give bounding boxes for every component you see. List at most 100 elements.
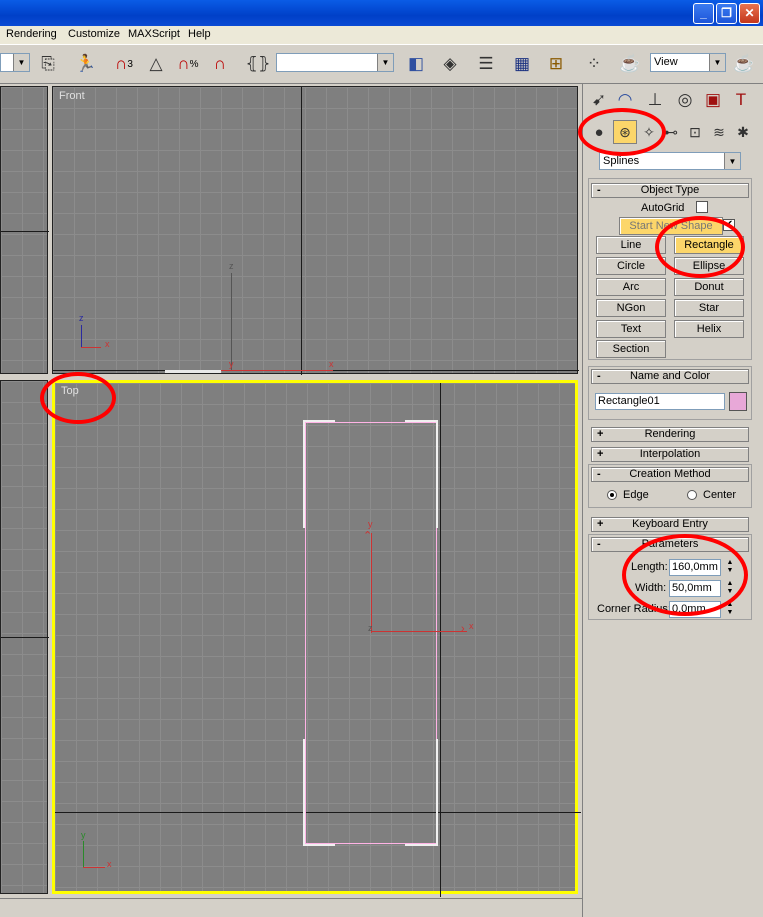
ngon-button[interactable]: NGon <box>596 299 666 317</box>
layer-manager-icon[interactable]: ☰ <box>474 52 498 76</box>
bbox-corner <box>303 420 305 528</box>
radio-dot <box>610 493 614 497</box>
selection-filter-combo[interactable]: ▼ <box>0 53 30 72</box>
geometry-icon[interactable]: ● <box>587 120 611 144</box>
snap-toggle-icon[interactable]: ∩ 3 <box>112 52 136 76</box>
name-color-rollout[interactable]: - Name and Color <box>591 369 749 384</box>
viewport-label-top[interactable]: Top <box>61 385 79 397</box>
front-axis-y-label: y <box>229 359 234 369</box>
arc-button[interactable]: Arc <box>596 278 666 296</box>
spinner-snap-icon[interactable]: ∩ <box>208 52 232 76</box>
creation-method-rollout[interactable]: - Creation Method <box>591 467 749 482</box>
text-button[interactable]: Text <box>596 320 666 338</box>
corner-radius-spinner[interactable]: ▲ ▼ <box>725 601 735 618</box>
percent-label: % <box>189 58 199 70</box>
center-label: Center <box>703 489 737 501</box>
restore-button[interactable]: ❐ <box>716 3 737 24</box>
motion-tab-icon[interactable]: ◎ <box>673 88 697 112</box>
transform-gizmo-y[interactable] <box>371 533 372 633</box>
interpolation-rollout[interactable]: + Interpolation <box>591 447 749 462</box>
cameras-icon[interactable]: ⊷ <box>659 120 683 144</box>
modify-tab-icon[interactable]: ◠ <box>613 88 637 112</box>
percent-snap-icon[interactable]: ∩% <box>176 52 200 76</box>
helix-button[interactable]: Helix <box>674 320 744 338</box>
length-spinner[interactable]: ▲ ▼ <box>725 559 735 576</box>
render-scene-icon[interactable]: ☕ <box>618 52 642 76</box>
autogrid-label: AutoGrid <box>641 202 685 214</box>
spacewarps-icon[interactable]: ≋ <box>707 120 731 144</box>
star-button[interactable]: Star <box>674 299 744 317</box>
close-button[interactable]: ✕ <box>739 3 760 24</box>
line-button[interactable]: Line <box>596 236 666 254</box>
keyboard-entry-rollout[interactable]: + Keyboard Entry <box>591 517 749 532</box>
ellipse-button[interactable]: Ellipse <box>674 257 744 275</box>
utilities-tab-icon[interactable]: T <box>729 88 753 112</box>
rectangle-shape[interactable] <box>305 422 437 844</box>
menu-rendering[interactable]: Rendering <box>6 28 57 40</box>
display-tab-icon[interactable]: ▣ <box>701 88 725 112</box>
mirror-icon[interactable]: ◧ <box>404 52 428 76</box>
schematic-view-icon[interactable]: ⊞ <box>544 52 568 76</box>
rendering-rollout[interactable]: + Rendering <box>591 427 749 442</box>
menu-customize[interactable]: Customize <box>68 28 120 40</box>
align-icon[interactable]: ◈ <box>438 52 462 76</box>
object-type-title: Object Type <box>640 184 700 196</box>
angle-snap-icon[interactable]: △ <box>144 52 168 76</box>
corner-radius-field[interactable]: 0,0mm <box>669 601 721 618</box>
circle-button[interactable]: Circle <box>596 257 666 275</box>
edit-named-selection-icon[interactable]: ⦃⦄ <box>246 52 271 76</box>
parameters-rollout[interactable]: - Parameters <box>591 537 749 552</box>
start-new-shape-checkbox[interactable]: ✔ <box>723 219 735 231</box>
rendering-rollout-title: Rendering <box>644 428 696 440</box>
viewport-label-front[interactable]: Front <box>59 90 85 102</box>
width-label: Width: <box>635 582 667 594</box>
helpers-icon[interactable]: ⊡ <box>683 120 707 144</box>
grid-axis <box>1 637 49 638</box>
create-tab-icon[interactable]: ➹ <box>587 88 611 112</box>
lights-icon[interactable]: ✧ <box>637 120 661 144</box>
edge-radio[interactable] <box>607 490 617 500</box>
transform-gizmo-x[interactable] <box>371 631 467 632</box>
gizmo-x-line <box>81 347 101 348</box>
category-dropdown-value: Splines <box>603 155 640 167</box>
length-field[interactable]: 160,0mm <box>669 559 721 576</box>
front-x-axis <box>221 370 333 371</box>
chevron-down-icon: ▼ <box>377 54 393 71</box>
left-viewport-lower[interactable] <box>0 380 49 894</box>
object-name-field[interactable]: Rectangle01 <box>595 393 725 410</box>
quick-render-icon[interactable]: ☕ <box>732 52 756 76</box>
mirror-select-icon[interactable]: ⎘ <box>36 52 60 76</box>
interpolation-rollout-title: Interpolation <box>639 448 701 460</box>
menu-bar: Rendering Customize MAXScript Help <box>0 26 763 44</box>
front-viewport[interactable]: Front z y x z x <box>52 86 579 375</box>
left-viewport-upper[interactable] <box>0 86 49 374</box>
width-spinner[interactable]: ▲ ▼ <box>725 580 735 597</box>
gizmo-axis-y-label: y <box>368 519 373 529</box>
length-label: Length: <box>631 561 668 573</box>
walk-icon[interactable]: 🏃 <box>74 52 98 76</box>
autogrid-checkbox[interactable] <box>696 201 708 213</box>
minimize-button[interactable]: _ <box>693 3 714 24</box>
grid-axis <box>1 231 49 232</box>
systems-icon[interactable]: ✱ <box>731 120 755 144</box>
hierarchy-tab-icon[interactable]: ⊥ <box>643 88 667 112</box>
category-dropdown[interactable]: Splines ▼ <box>599 152 741 170</box>
gizmo-x-label: x <box>105 339 110 349</box>
corner-radius-label: Corner Radius: <box>597 603 671 615</box>
curve-editor-icon[interactable]: ▦ <box>510 52 534 76</box>
menu-help[interactable]: Help <box>188 28 211 40</box>
donut-button[interactable]: Donut <box>674 278 744 296</box>
rectangle-button[interactable]: Rectangle <box>674 236 744 254</box>
material-editor-icon[interactable]: ⁘ <box>582 52 606 76</box>
object-color-swatch[interactable] <box>729 392 747 411</box>
top-viewport[interactable]: Top y x z ⌃ › y x <box>52 380 581 897</box>
menu-maxscript[interactable]: MAXScript <box>128 28 180 40</box>
named-selection-combo[interactable]: ▼ <box>276 53 394 72</box>
start-new-shape-button[interactable]: Start New Shape <box>619 217 723 235</box>
center-radio[interactable] <box>687 490 697 500</box>
object-type-rollout[interactable]: - Object Type <box>591 183 749 198</box>
shapes-icon[interactable]: ⊛ <box>613 120 637 144</box>
width-field[interactable]: 50,0mm <box>669 580 721 597</box>
render-view-combo[interactable]: View ▼ <box>650 53 726 72</box>
section-button[interactable]: Section <box>596 340 666 358</box>
